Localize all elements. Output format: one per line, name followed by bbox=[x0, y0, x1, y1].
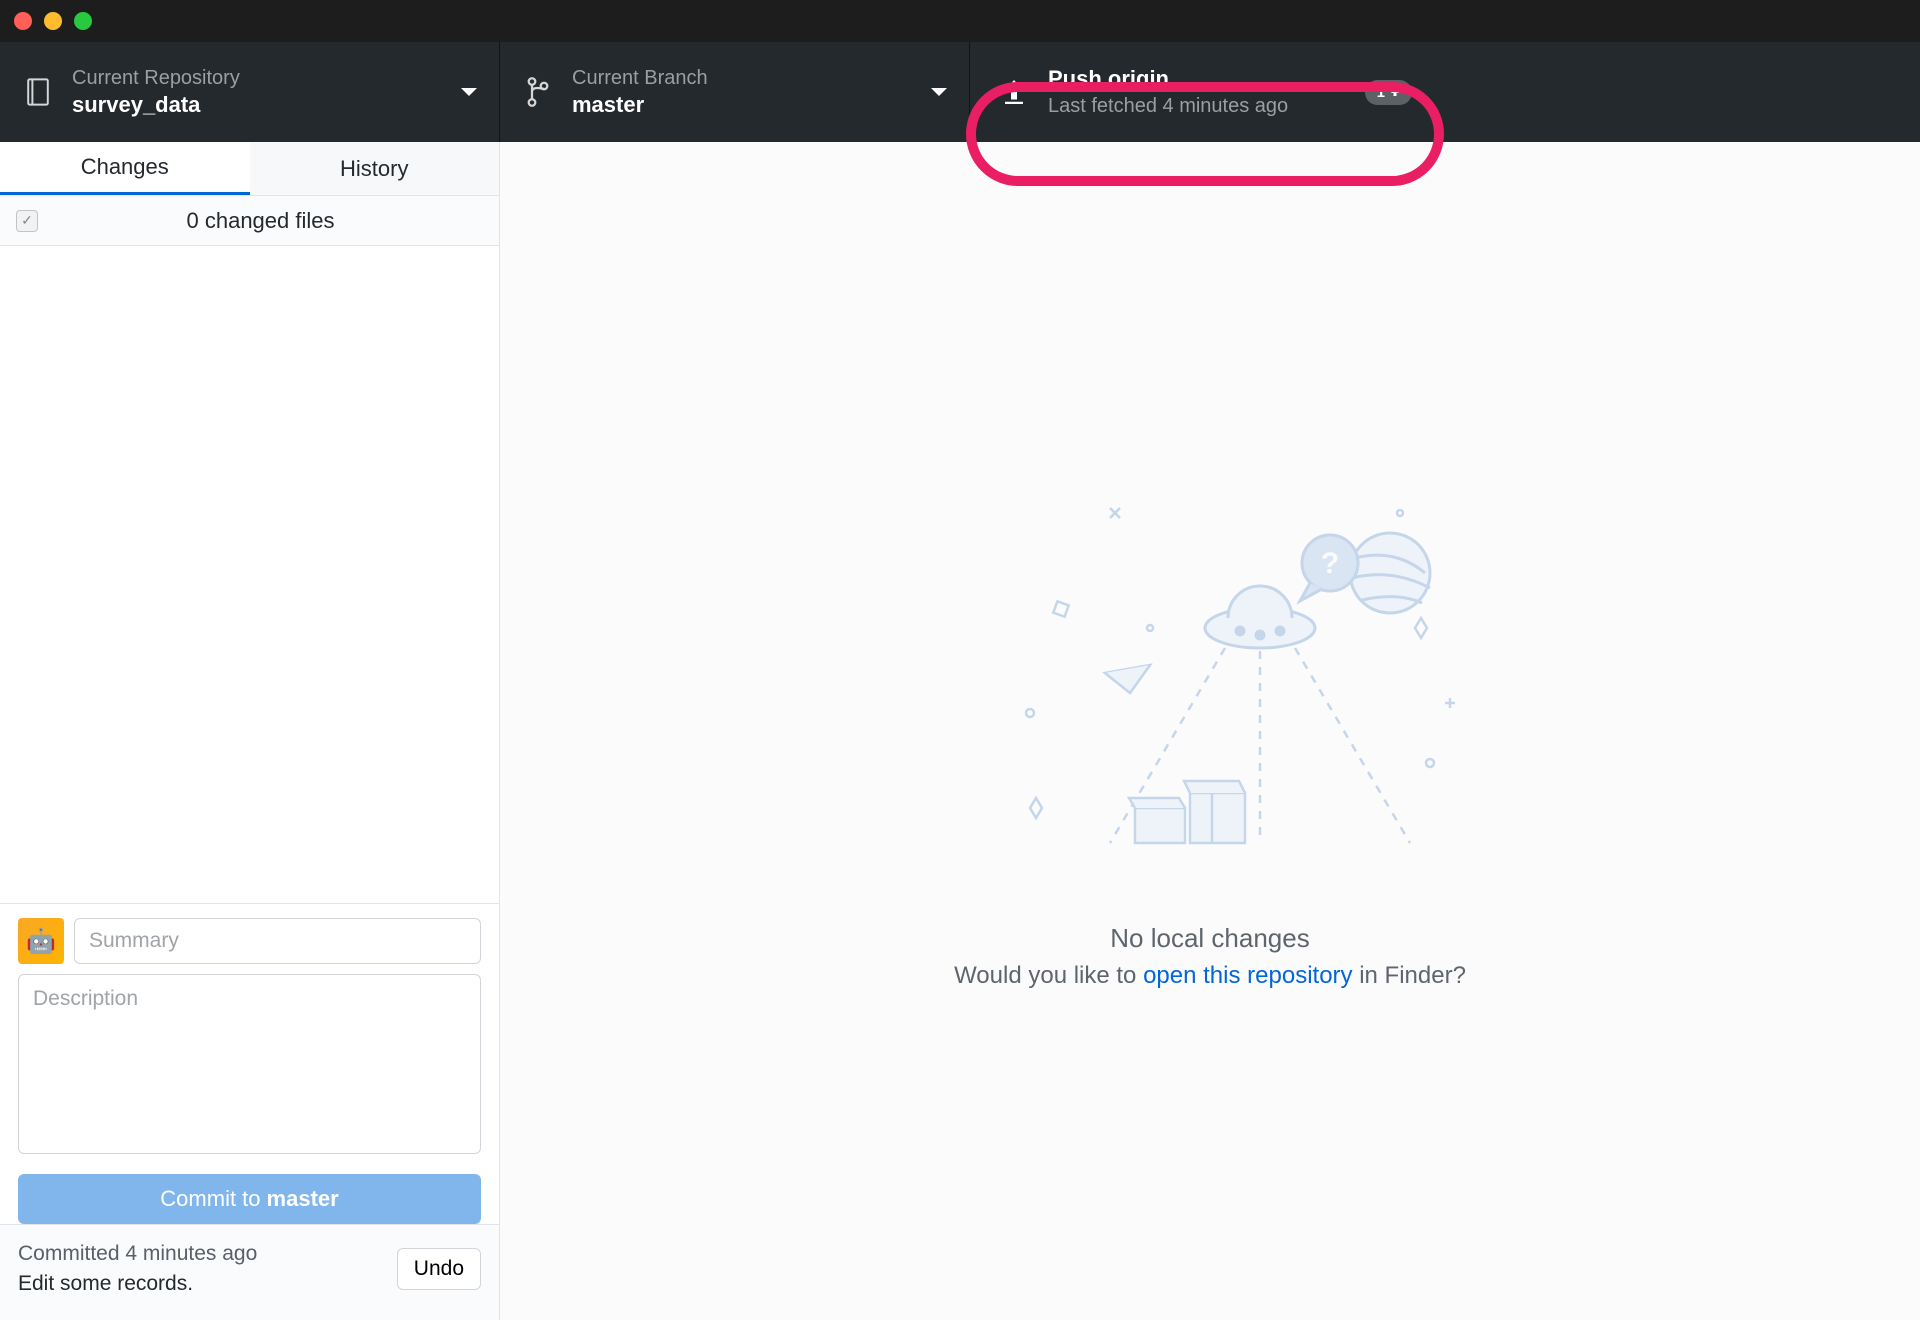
commit-button-branch: master bbox=[267, 1186, 339, 1212]
svg-text:?: ? bbox=[1321, 547, 1339, 580]
push-origin-button[interactable]: Push origin Last fetched 4 minutes ago 1 bbox=[970, 42, 1440, 142]
repo-icon bbox=[22, 78, 54, 106]
up-arrow-icon bbox=[1390, 84, 1400, 101]
commit-button[interactable]: Commit to master bbox=[18, 1174, 481, 1224]
push-title: Push origin bbox=[1048, 65, 1365, 94]
branch-dropdown[interactable]: Current Branch master bbox=[500, 42, 970, 142]
avatar: 🤖 bbox=[18, 918, 64, 964]
empty-suffix: in Finder? bbox=[1353, 962, 1466, 989]
changes-list bbox=[0, 246, 499, 903]
commit-form: 🤖 Commit to master bbox=[0, 903, 499, 1224]
upload-arrow-icon bbox=[998, 80, 1030, 104]
chevron-down-icon bbox=[461, 88, 477, 96]
open-repository-link[interactable]: open this repository bbox=[1143, 962, 1352, 989]
last-commit-row: Committed 4 minutes ago Edit some record… bbox=[0, 1224, 499, 1320]
main-panel: ? bbox=[500, 142, 1920, 1320]
branch-icon bbox=[522, 77, 554, 107]
select-all-checkbox[interactable]: ✓ bbox=[16, 210, 38, 232]
toolbar: Current Repository survey_data Current B… bbox=[0, 42, 1920, 142]
repo-label: Current Repository bbox=[72, 65, 461, 91]
app-window: Current Repository survey_data Current B… bbox=[0, 0, 1920, 1320]
changes-header: ✓ 0 changed files bbox=[0, 196, 499, 246]
commit-button-prefix: Commit to bbox=[160, 1186, 260, 1212]
push-count-badge: 1 bbox=[1365, 80, 1412, 105]
tab-changes[interactable]: Changes bbox=[0, 142, 250, 195]
last-commit-time: Committed 4 minutes ago bbox=[18, 1239, 257, 1268]
sidebar: Changes History ✓ 0 changed files 🤖 Comm… bbox=[0, 142, 500, 1320]
branch-label: Current Branch bbox=[572, 65, 931, 91]
changed-files-count: 0 changed files bbox=[38, 208, 483, 234]
empty-prefix: Would you like to bbox=[954, 962, 1143, 989]
push-subtitle: Last fetched 4 minutes ago bbox=[1048, 93, 1365, 119]
empty-state-illustration: ? bbox=[960, 473, 1460, 873]
chevron-down-icon bbox=[931, 88, 947, 96]
tab-history[interactable]: History bbox=[250, 142, 500, 195]
sidebar-tabs: Changes History bbox=[0, 142, 499, 196]
maximize-window-button[interactable] bbox=[74, 12, 92, 30]
repository-dropdown[interactable]: Current Repository survey_data bbox=[0, 42, 500, 142]
titlebar bbox=[0, 0, 1920, 42]
close-window-button[interactable] bbox=[14, 12, 32, 30]
push-count: 1 bbox=[1377, 84, 1385, 101]
minimize-window-button[interactable] bbox=[44, 12, 62, 30]
body: Changes History ✓ 0 changed files 🤖 Comm… bbox=[0, 142, 1920, 1320]
repo-name: survey_data bbox=[72, 91, 461, 120]
branch-name: master bbox=[572, 91, 931, 120]
empty-state-title: No local changes bbox=[1110, 923, 1309, 954]
last-commit-message: Edit some records. bbox=[18, 1269, 257, 1298]
commit-summary-input[interactable] bbox=[74, 918, 481, 964]
commit-description-input[interactable] bbox=[18, 974, 481, 1154]
empty-state-subtitle: Would you like to open this repository i… bbox=[954, 962, 1466, 990]
undo-button[interactable]: Undo bbox=[397, 1248, 481, 1290]
